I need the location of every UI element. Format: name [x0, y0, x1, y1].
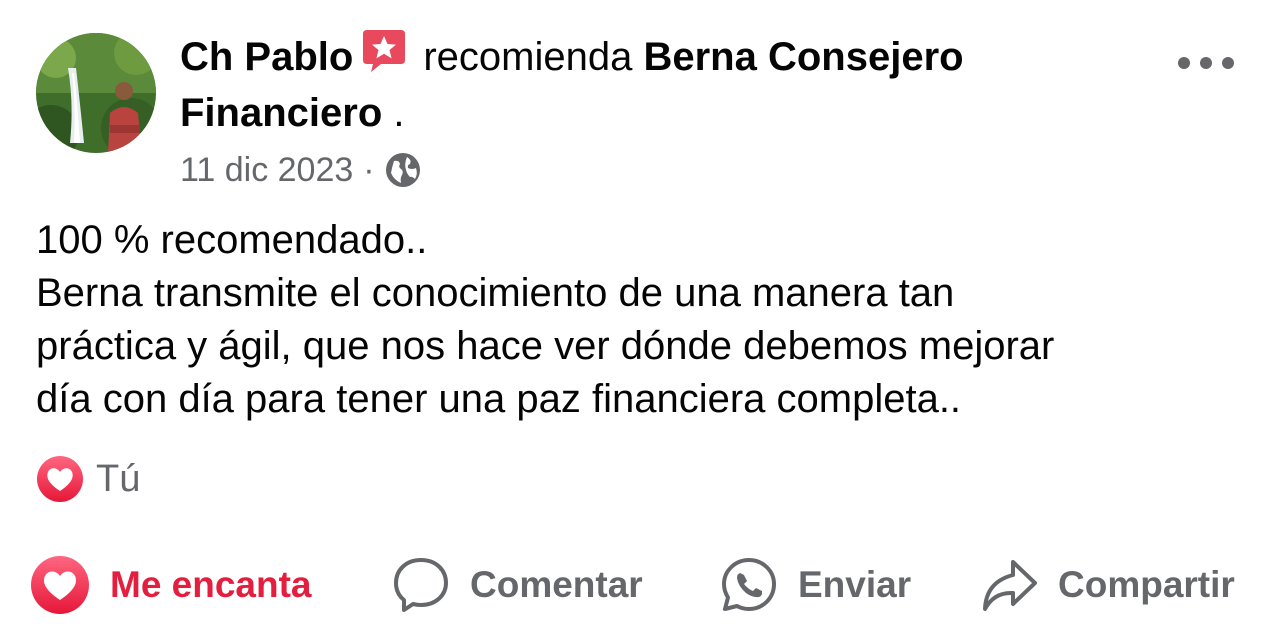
share-label: Compartir [1058, 564, 1235, 605]
page-name-line1[interactable]: Berna Consejero [643, 35, 963, 79]
reactions-summary[interactable]: Tú [36, 455, 140, 503]
post-meta: 11 dic 2023 · [180, 148, 421, 192]
send-button[interactable]: Enviar [720, 550, 911, 620]
love-button[interactable]: Me encanta [30, 550, 312, 620]
recommendation-post: Ch Pablo recomienda Berna Consejero Finan… [0, 0, 1280, 640]
post-body-line: día con día para tener una paz financier… [36, 377, 962, 421]
share-arrow-icon [983, 560, 1037, 611]
more-dot [1178, 57, 1190, 69]
post-header: Ch Pablo recomienda Berna Consejero Finan… [180, 28, 1140, 141]
recommend-star-badge-icon [361, 28, 407, 74]
page-name-line2[interactable]: Financiero [180, 91, 382, 135]
recommends-verb: recomienda [423, 35, 633, 79]
avatar-image [36, 33, 156, 153]
comment-label: Comentar [470, 564, 643, 605]
post-body: 100 % recomendado.. Berna transmite el c… [36, 214, 1256, 426]
more-dot [1200, 57, 1212, 69]
post-body-line: 100 % recomendado.. [36, 218, 428, 262]
send-label: Enviar [798, 564, 912, 605]
post-body-line: Berna transmite el conocimiento de una m… [36, 271, 955, 315]
share-button[interactable]: Compartir [980, 550, 1235, 620]
reaction-user: Tú [96, 457, 141, 500]
post-body-line: práctica y ágil, que nos hace ver dónde … [36, 324, 1055, 368]
globe-icon [385, 152, 421, 188]
love-label: Me encanta [110, 564, 312, 605]
trailing-period: . [393, 91, 405, 135]
more-options-icon[interactable] [1178, 48, 1234, 78]
meta-separator: · [363, 151, 375, 189]
comment-bubble-icon [394, 558, 448, 612]
love-reaction-icon [37, 456, 83, 502]
more-dot [1222, 57, 1234, 69]
author-avatar[interactable] [36, 33, 156, 153]
love-heart-icon [31, 556, 89, 614]
comment-button[interactable]: Comentar [392, 550, 643, 620]
post-date[interactable]: 11 dic 2023 [180, 148, 353, 192]
action-bar: Me encanta Comentar Enviar Compartir [0, 550, 1280, 620]
author-name[interactable]: Ch Pablo [180, 35, 353, 79]
whatsapp-icon [722, 558, 776, 611]
